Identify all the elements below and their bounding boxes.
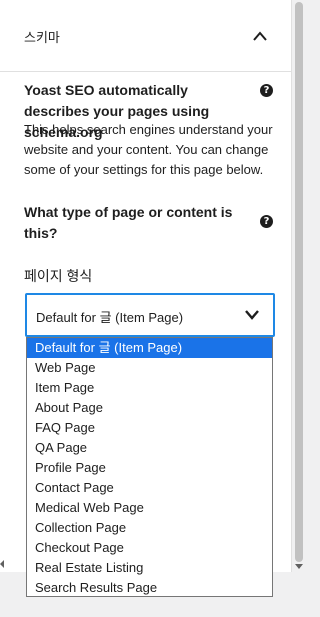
section-title: 스키마 <box>24 30 60 45</box>
help-icon[interactable]: ? <box>260 215 273 228</box>
dropdown-option[interactable]: Medical Web Page <box>27 498 272 518</box>
dropdown-option[interactable]: Profile Page <box>27 458 272 478</box>
dropdown-option[interactable]: Checkout Page <box>27 538 272 558</box>
dropdown-option[interactable]: Contact Page <box>27 478 272 498</box>
dropdown-option[interactable]: Search Results Page <box>27 578 272 596</box>
help-icon[interactable]: ? <box>260 84 273 97</box>
chevron-up-icon[interactable] <box>252 30 268 42</box>
page-type-select[interactable]: Default for 글 (Item Page) <box>25 293 275 337</box>
chevron-down-icon <box>245 310 259 320</box>
select-current-value: Default for 글 (Item Page) <box>36 310 184 325</box>
dropdown-option[interactable]: FAQ Page <box>27 418 272 438</box>
dropdown-option[interactable]: QA Page <box>27 438 272 458</box>
scrollbar-thumb[interactable] <box>295 2 303 562</box>
dropdown-option[interactable]: Default for 글 (Item Page) <box>27 338 272 358</box>
page-type-dropdown-list: Default for 글 (Item Page) Web Page Item … <box>26 337 273 597</box>
dropdown-option[interactable]: Item Page <box>27 378 272 398</box>
dropdown-option[interactable]: Web Page <box>27 358 272 378</box>
schema-description: This helps search engines understand you… <box>24 122 273 177</box>
dropdown-option[interactable]: Real Estate Listing <box>27 558 272 578</box>
scroll-left-arrow-icon[interactable] <box>0 560 4 568</box>
scrollbar[interactable] <box>292 0 306 572</box>
dropdown-option[interactable]: Collection Page <box>27 518 272 538</box>
schema-section-header[interactable]: 스키마 <box>0 0 291 72</box>
scroll-down-arrow-icon[interactable] <box>295 564 303 569</box>
page-type-question: What type of page or content is this? <box>24 204 233 241</box>
page-type-label: 페이지 형식 <box>24 268 93 284</box>
dropdown-option[interactable]: About Page <box>27 398 272 418</box>
